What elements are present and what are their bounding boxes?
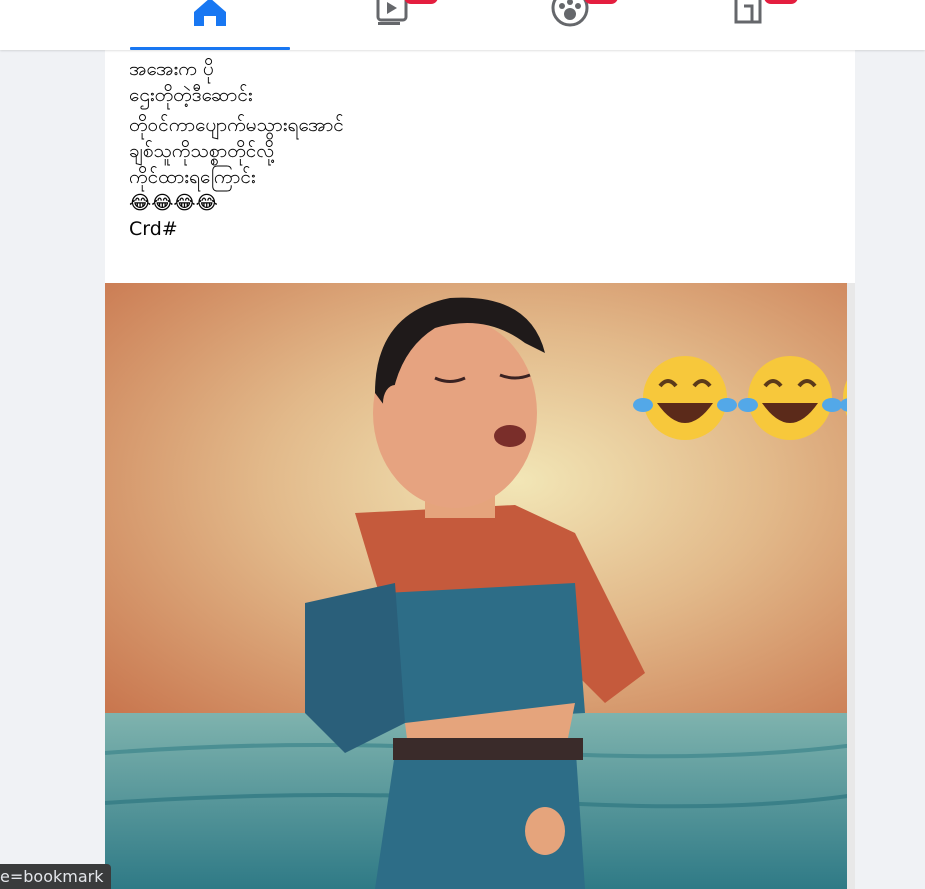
video-play-icon: [370, 0, 410, 32]
tab-groups[interactable]: [490, 0, 650, 50]
photo-illustration: [105, 283, 855, 889]
post-text: အအေးက ပို ဌေးတိုတဲ့ဒီဆောင်း တိုဝင်ကာပျော…: [129, 56, 829, 242]
groups-icon: [550, 0, 590, 32]
post-line: အအေးက ပို: [129, 58, 214, 80]
post-line: ဌေးတိုတဲ့ဒီဆောင်း: [129, 84, 253, 106]
tab-home[interactable]: [130, 0, 290, 50]
gaming-icon: [730, 0, 770, 32]
image-edge: [847, 283, 855, 889]
notification-badge: [404, 0, 438, 4]
status-bar-url: e=bookmark: [0, 864, 112, 889]
post-line: တိုဝင်ကာပျောက်မသွားရအောင်: [129, 114, 344, 136]
tab-gaming[interactable]: [670, 0, 830, 50]
notification-badge: [584, 0, 618, 4]
tab-watch[interactable]: [310, 0, 470, 50]
post-credit: Crd#: [129, 218, 178, 240]
post-line: ကိုင်ထားရကြောင်း: [129, 166, 256, 188]
post-photo[interactable]: [105, 283, 855, 889]
feed-post: အအေးက ပို ဌေးတိုတဲ့ဒီဆောင်း တိုဝင်ကာပျော…: [105, 50, 855, 889]
post-emojis: 😂😂😂😂: [129, 192, 218, 214]
post-line: ချစ်သူကိုသစ္စာတိုင်လို့: [129, 140, 275, 162]
home-icon: [190, 0, 230, 32]
top-navigation-bar: [0, 0, 925, 50]
notification-badge: [764, 0, 798, 4]
